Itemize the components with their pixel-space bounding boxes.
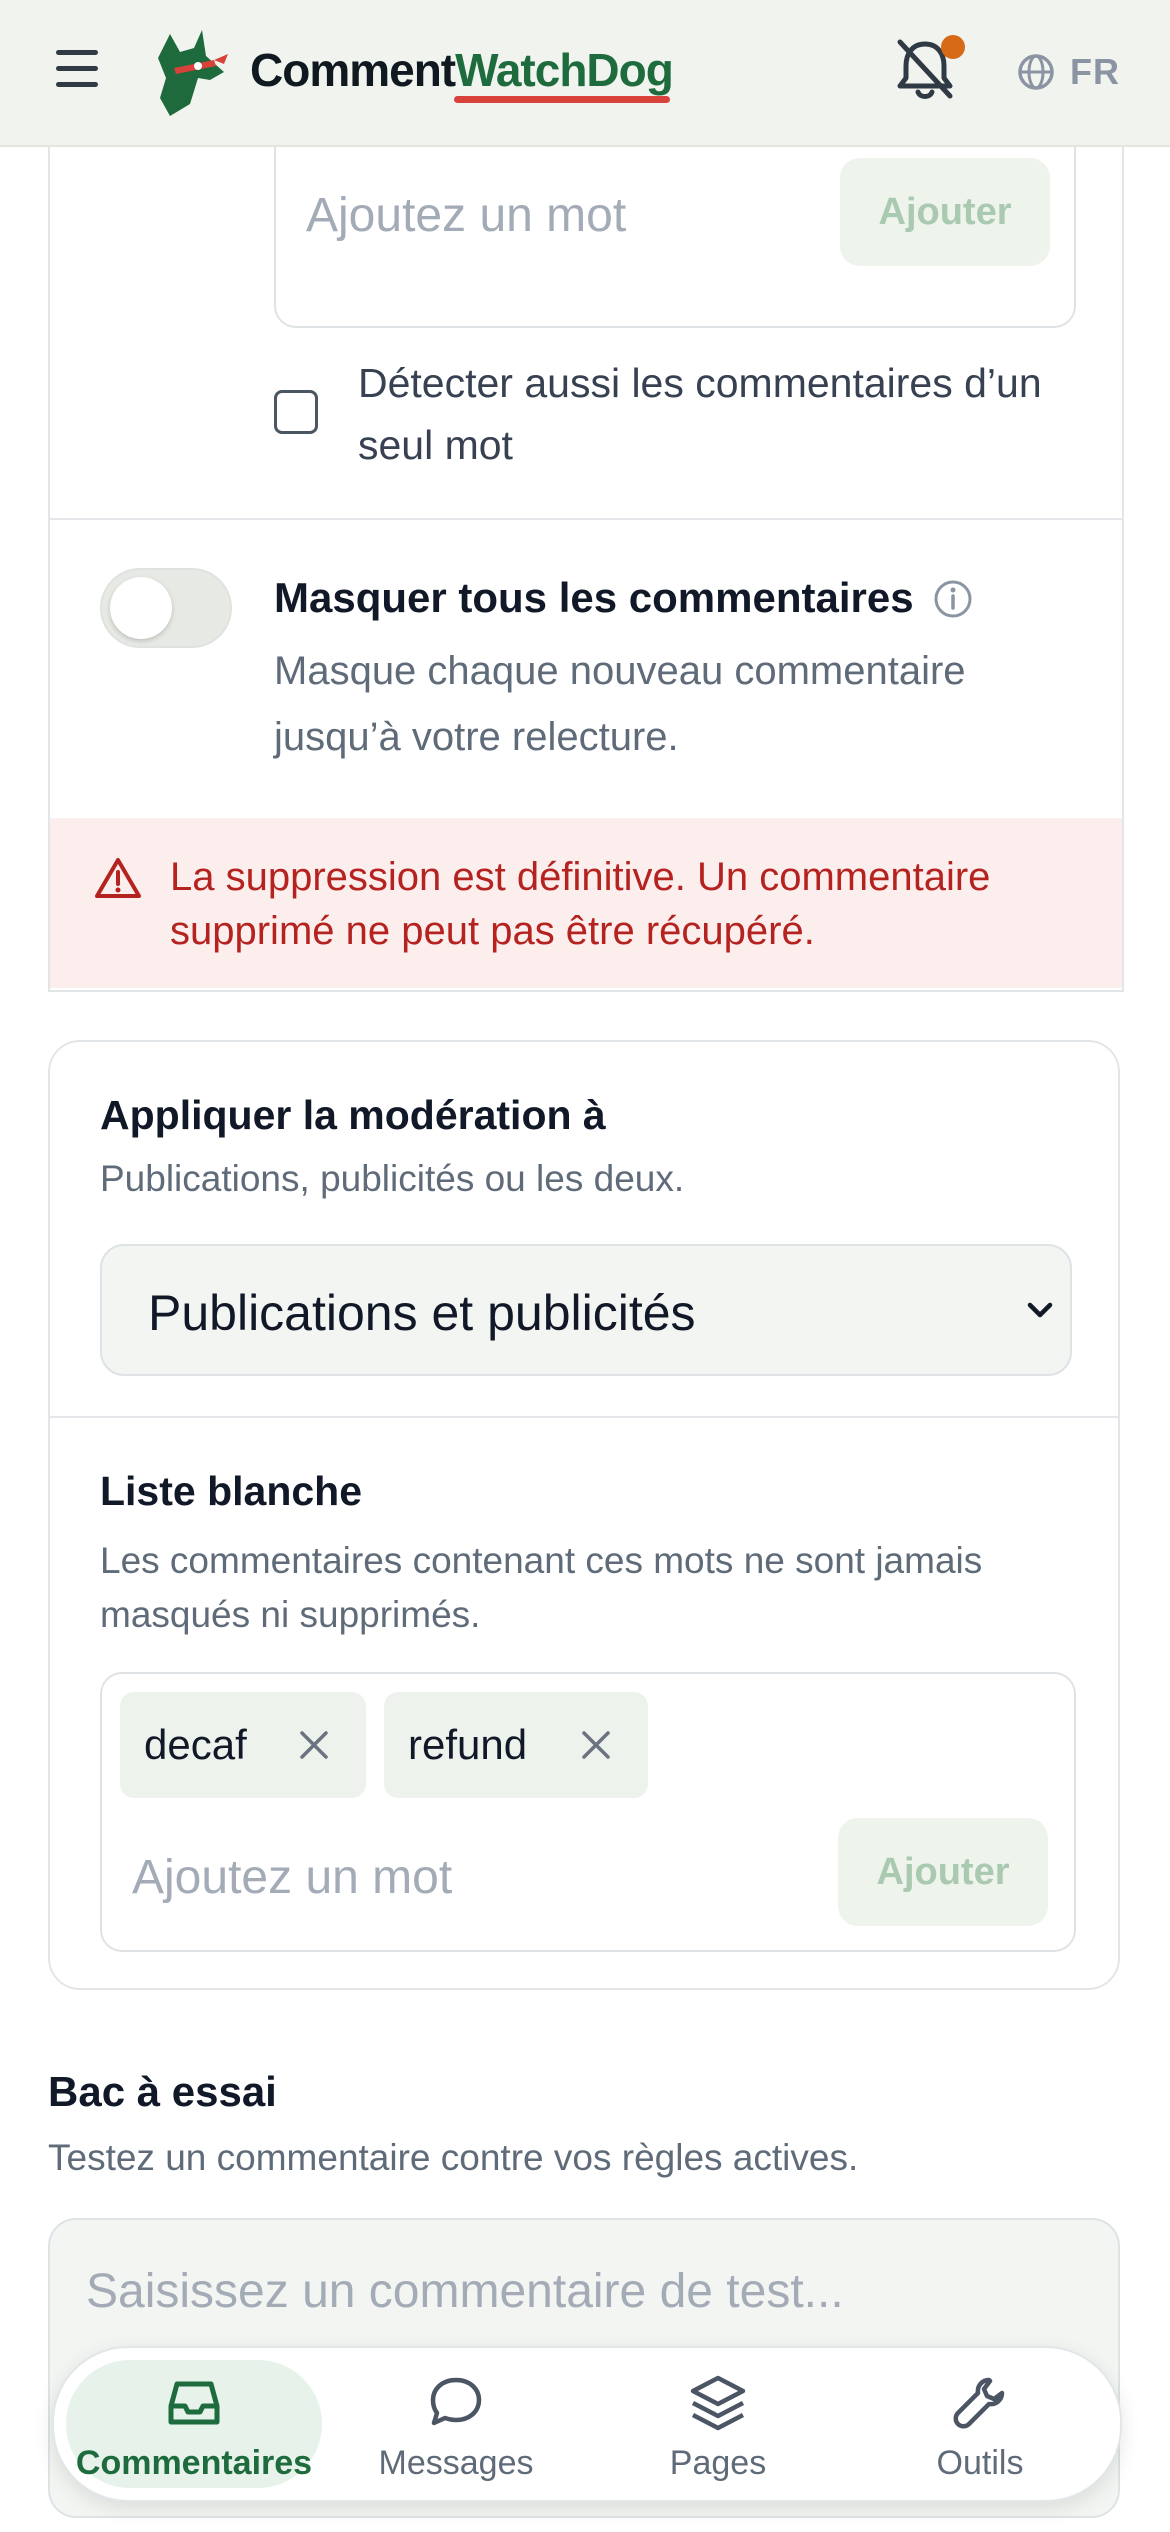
- wrench-icon: [953, 2377, 1005, 2429]
- whitelist-input[interactable]: Ajoutez un mot: [132, 1850, 452, 1905]
- whitelist-title: Liste blanche: [100, 1468, 363, 1514]
- hide-all-title: Masquer tous les commentaires: [274, 574, 914, 621]
- chevron-down-icon: [1027, 1302, 1053, 1318]
- brand-name-part1: Comment: [250, 44, 456, 96]
- apply-scope-select[interactable]: Publications et publicités: [100, 1244, 1072, 1376]
- whitelist-chip: refund: [384, 1692, 648, 1798]
- nav-label: Commentaires: [75, 2444, 313, 2482]
- notification-dot: [941, 35, 965, 59]
- whitelist-chip: decaf: [120, 1692, 366, 1798]
- nav-label: Outils: [936, 2444, 1024, 2482]
- nav-item-pages[interactable]: Pages: [590, 2360, 846, 2488]
- single-word-checkbox-label: Détecter aussi les commentaires d’un seu…: [358, 360, 1042, 468]
- whitelist-chip-label: decaf: [144, 1721, 247, 1768]
- warning-text: La suppression est définitive. Un commen…: [170, 855, 991, 953]
- language-code: FR: [1070, 51, 1120, 92]
- sandbox-placeholder: Saisissez un commentaire de test...: [86, 2265, 844, 2318]
- nav-item-messages[interactable]: Messages: [328, 2360, 584, 2488]
- filter-settings-card: Ajoutez un mot Ajouter Détecter aussi le…: [48, 60, 1124, 992]
- apply-description: Publications, publicités ou les deux.: [100, 1158, 685, 1199]
- close-icon[interactable]: [296, 1727, 332, 1763]
- nav-label: Pages: [669, 2444, 767, 2482]
- menu-button[interactable]: [52, 50, 106, 96]
- divider: [50, 1416, 1118, 1418]
- apply-scope-value: Publications et publicités: [148, 1285, 696, 1341]
- sandbox-title: Bac à essai: [48, 2068, 277, 2115]
- language-switcher[interactable]: FR: [1016, 48, 1120, 96]
- info-icon[interactable]: [932, 578, 974, 620]
- brand-name-part2: WatchDog: [455, 44, 674, 96]
- sandbox-description: Testez un commentaire contre vos règles …: [48, 2137, 859, 2178]
- menu-bar: [56, 82, 98, 87]
- add-whitelist-word-button[interactable]: Ajouter: [838, 1818, 1048, 1926]
- whitelist-chip-label: refund: [408, 1721, 528, 1768]
- warning-triangle-icon: [95, 858, 141, 898]
- divider: [50, 518, 1122, 520]
- nav-label: Messages: [378, 2444, 534, 2482]
- add-banned-word-button[interactable]: Ajouter: [840, 158, 1050, 266]
- close-icon[interactable]: [578, 1727, 614, 1763]
- app-header: CommentWatchDog FR: [0, 0, 1170, 147]
- layers-icon: [690, 2375, 746, 2431]
- warning-banner: La suppression est définitive. Un commen…: [50, 818, 1122, 988]
- inbox-icon: [168, 2381, 220, 2425]
- nav-item-commentaires[interactable]: Commentaires: [66, 2360, 322, 2488]
- nav-item-outils[interactable]: Outils: [852, 2360, 1108, 2488]
- single-word-checkbox[interactable]: [274, 390, 318, 434]
- menu-bar: [56, 66, 98, 71]
- toggle-knob: [110, 577, 172, 639]
- menu-bar: [56, 50, 98, 55]
- watchdog-logo-icon: [158, 30, 228, 116]
- globe-icon: [1018, 54, 1054, 90]
- brand-underline: [454, 96, 670, 103]
- hide-all-toggle[interactable]: [100, 568, 232, 648]
- hide-all-description: Masque chaque nouveau commentaire jusqu’…: [274, 649, 966, 759]
- whitelist-words-box: decaf refund Ajoutez un mot Ajouter: [100, 1672, 1076, 1952]
- bottom-navigation: Commentaires Messages Pages Outils: [52, 2346, 1122, 2502]
- apply-title: Appliquer la modération à: [100, 1092, 606, 1138]
- chat-bubble-icon: [430, 2377, 482, 2426]
- brand-name: CommentWatchDog: [250, 43, 674, 97]
- scope-card: Appliquer la modération à Publications, …: [48, 1040, 1120, 1990]
- banned-word-input[interactable]: Ajoutez un mot: [306, 188, 626, 243]
- whitelist-description: Les commentaires contenant ces mots ne s…: [100, 1540, 983, 1635]
